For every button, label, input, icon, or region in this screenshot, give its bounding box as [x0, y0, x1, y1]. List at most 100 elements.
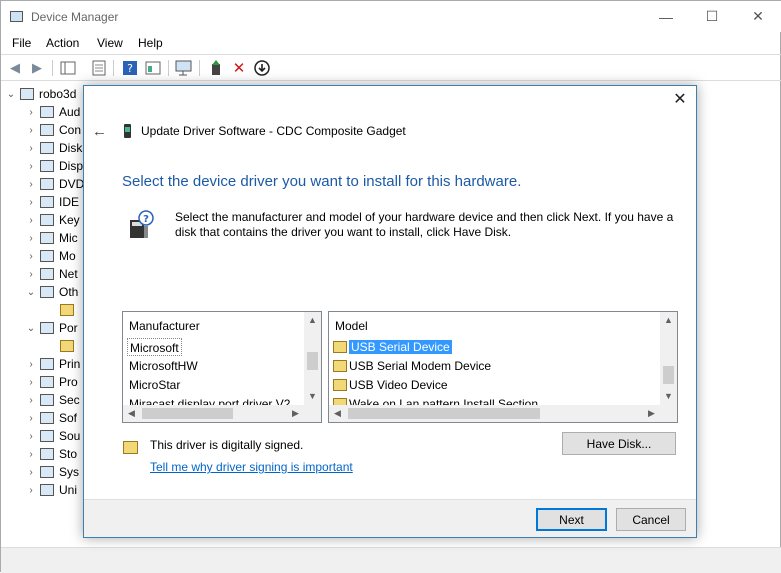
- help-icon[interactable]: ?: [121, 59, 139, 77]
- expand-chevron-icon[interactable]: ›: [25, 179, 37, 190]
- menu-action[interactable]: Action: [46, 36, 79, 50]
- collapse-chevron-icon[interactable]: ⌄: [5, 89, 17, 100]
- expand-chevron-icon[interactable]: ›: [25, 161, 37, 172]
- tree-item[interactable]: › Net: [25, 265, 77, 283]
- menu-bar: File Action View Help: [1, 32, 781, 53]
- tree-item[interactable]: › Aud: [25, 103, 80, 121]
- view-resources-icon[interactable]: [144, 59, 162, 77]
- expand-chevron-icon[interactable]: ›: [25, 197, 37, 208]
- scroll-right-icon[interactable]: ▶: [643, 405, 660, 422]
- model-list[interactable]: Model USB Serial Device USB Serial Modem…: [328, 311, 678, 423]
- expand-chevron-icon[interactable]: ›: [25, 233, 37, 244]
- tree-item[interactable]: › Sto: [25, 445, 77, 463]
- tree-item[interactable]: › Sof: [25, 409, 77, 427]
- tree-item[interactable]: › Sou: [25, 427, 80, 445]
- tree-item-label: Sys: [59, 465, 80, 479]
- collapse-chevron-icon[interactable]: ⌄: [25, 287, 37, 298]
- dialog-close-button[interactable]: ✕: [672, 92, 688, 108]
- tree-item[interactable]: › Mo: [25, 247, 75, 265]
- minimize-button[interactable]: —: [643, 1, 689, 32]
- tree-item[interactable]: › Con: [25, 121, 81, 139]
- menu-help[interactable]: Help: [138, 36, 163, 50]
- scroll-thumb[interactable]: [142, 408, 233, 419]
- tree-item[interactable]: [57, 301, 79, 319]
- expand-chevron-icon[interactable]: ›: [25, 431, 37, 442]
- have-disk-button[interactable]: Have Disk...: [562, 432, 676, 455]
- expand-chevron-icon[interactable]: ›: [25, 359, 37, 370]
- expand-chevron-icon[interactable]: ›: [25, 215, 37, 226]
- scroll-up-icon[interactable]: ▲: [660, 312, 677, 329]
- collapse-chevron-icon[interactable]: ⌄: [25, 323, 37, 334]
- update-driver-icon[interactable]: [207, 59, 225, 77]
- tree-item[interactable]: ⌄ Por: [25, 319, 78, 337]
- tree-item[interactable]: › Uni: [25, 481, 77, 499]
- tree-item[interactable]: › Key: [25, 211, 79, 229]
- model-hscrollbar[interactable]: ◀ ▶: [329, 405, 660, 422]
- back-arrow-icon[interactable]: ◀: [6, 59, 24, 77]
- manufacturer-vscrollbar[interactable]: ▲ ▼: [304, 312, 321, 405]
- driver-signing-link[interactable]: Tell me why driver signing is important: [150, 460, 353, 474]
- tree-item[interactable]: › Prin: [25, 355, 80, 373]
- scroll-left-icon[interactable]: ◀: [329, 405, 346, 422]
- disable-device-icon[interactable]: [253, 59, 271, 77]
- tree-item[interactable]: › IDE: [25, 193, 79, 211]
- menu-view[interactable]: View: [97, 36, 123, 50]
- scroll-down-icon[interactable]: ▼: [304, 388, 321, 405]
- tree-item[interactable]: › Disp: [25, 157, 83, 175]
- scroll-thumb[interactable]: [348, 408, 540, 419]
- uninstall-icon[interactable]: ✕: [230, 59, 248, 77]
- device-category-icon: [40, 394, 54, 406]
- expand-chevron-icon[interactable]: ›: [25, 413, 37, 424]
- tree-item-label: Disk: [59, 141, 83, 155]
- expand-chevron-icon[interactable]: ›: [25, 467, 37, 478]
- tree-item[interactable]: › Sec: [25, 391, 79, 409]
- scroll-right-icon[interactable]: ▶: [287, 405, 304, 422]
- maximize-button[interactable]: ☐: [689, 1, 735, 32]
- tree-item[interactable]: › Pro: [25, 373, 77, 391]
- tree-item[interactable]: › Disk: [25, 139, 82, 157]
- expand-chevron-icon[interactable]: ›: [25, 107, 37, 118]
- tree-item[interactable]: › DVD: [25, 175, 84, 193]
- tree-item[interactable]: ⌄ Oth: [25, 283, 79, 301]
- expand-chevron-icon[interactable]: ›: [25, 485, 37, 496]
- scan-hardware-icon[interactable]: [175, 59, 193, 77]
- tree-item[interactable]: › Sys: [25, 463, 79, 481]
- forward-arrow-icon[interactable]: ▶: [28, 59, 46, 77]
- list-item[interactable]: Microsoft: [127, 338, 182, 356]
- manufacturer-hscrollbar[interactable]: ◀ ▶: [123, 405, 304, 422]
- scroll-thumb[interactable]: [663, 366, 674, 384]
- cancel-button[interactable]: Cancel: [616, 508, 686, 531]
- close-button[interactable]: ✕: [735, 1, 781, 32]
- scroll-left-icon[interactable]: ◀: [123, 405, 140, 422]
- tree-item[interactable]: › Mic: [25, 229, 77, 247]
- model-vscrollbar[interactable]: ▲ ▼: [660, 312, 677, 405]
- expand-chevron-icon[interactable]: ›: [25, 143, 37, 154]
- tree-item-label: Sou: [59, 429, 81, 443]
- list-item[interactable]: USB Video Device: [333, 376, 448, 394]
- list-item[interactable]: USB Serial Device: [333, 338, 452, 356]
- list-item[interactable]: MicrosoftHW: [127, 357, 200, 375]
- scroll-up-icon[interactable]: ▲: [304, 312, 321, 329]
- list-item[interactable]: USB Serial Modem Device: [333, 357, 491, 375]
- expand-chevron-icon[interactable]: ›: [25, 251, 37, 262]
- manufacturer-list[interactable]: Manufacturer Microsoft MicrosoftHW Micro…: [122, 311, 322, 423]
- properties-icon[interactable]: [90, 59, 108, 77]
- usb-device-icon: [124, 124, 131, 138]
- back-button[interactable]: ←: [92, 123, 107, 140]
- device-category-icon: [40, 178, 54, 190]
- list-item[interactable]: MicroStar: [127, 376, 182, 394]
- show-hide-tree-icon[interactable]: [59, 59, 77, 77]
- tree-root[interactable]: ⌄ robo3d: [5, 85, 77, 103]
- title-bar: Device Manager — ☐ ✕: [1, 1, 781, 32]
- tree-item[interactable]: [57, 337, 79, 355]
- device-category-icon: [40, 214, 54, 226]
- expand-chevron-icon[interactable]: ›: [25, 377, 37, 388]
- scroll-thumb[interactable]: [307, 352, 318, 370]
- expand-chevron-icon[interactable]: ›: [25, 269, 37, 280]
- menu-file[interactable]: File: [12, 36, 31, 50]
- scroll-down-icon[interactable]: ▼: [660, 388, 677, 405]
- expand-chevron-icon[interactable]: ›: [25, 449, 37, 460]
- expand-chevron-icon[interactable]: ›: [25, 125, 37, 136]
- expand-chevron-icon[interactable]: ›: [25, 395, 37, 406]
- next-button[interactable]: Next: [536, 508, 607, 531]
